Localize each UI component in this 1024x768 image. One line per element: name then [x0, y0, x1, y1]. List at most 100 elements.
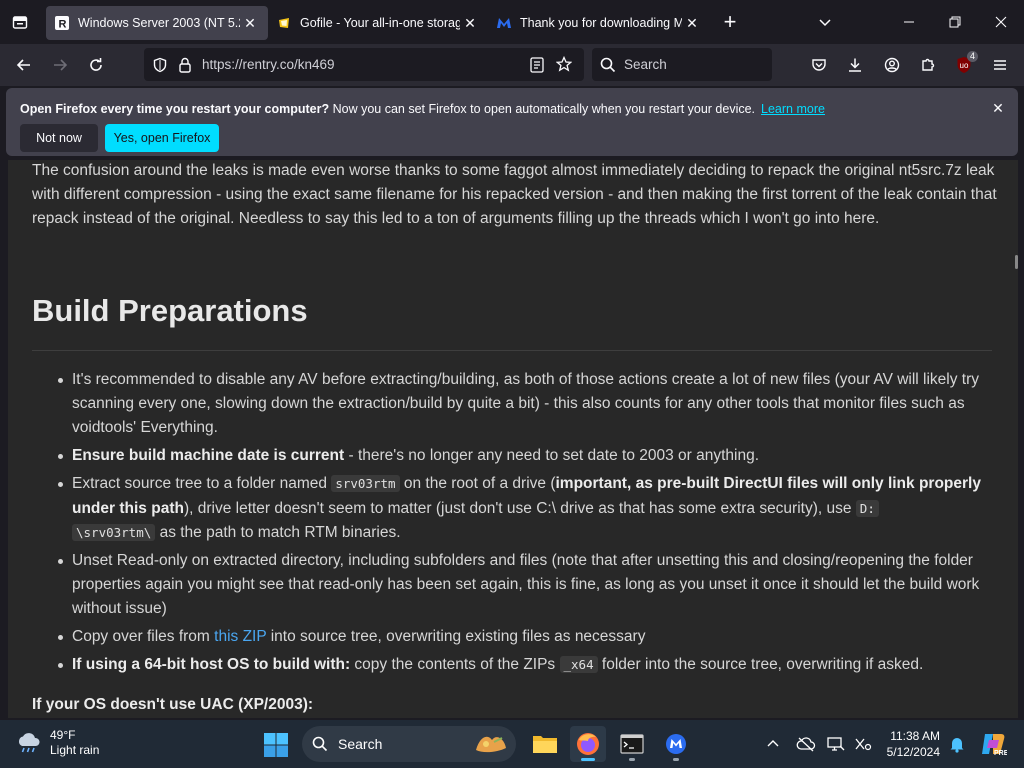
running-indicator	[629, 758, 635, 761]
list-item-text: into source tree, overwriting existing f…	[266, 628, 646, 646]
notification-text: Now you can set Firefox to open automati…	[329, 102, 756, 116]
back-button[interactable]	[6, 49, 42, 81]
running-indicator	[673, 758, 679, 761]
malwarebytes-app[interactable]	[658, 726, 694, 762]
weather-temp: 49°F	[50, 728, 76, 742]
firefox-startup-notification: Open Firefox every time you restart your…	[6, 88, 1018, 156]
windows-taskbar: 49°F Light rain Search 11:38 AM 5/12/2024	[0, 720, 1024, 768]
zip-link[interactable]: this ZIP	[214, 628, 266, 645]
ublock-origin-button[interactable]: uo 4	[948, 49, 980, 81]
list-item-text: Extract source tree to a folder named	[72, 475, 332, 493]
search-icon	[312, 736, 328, 752]
plus-icon: +	[723, 9, 737, 34]
tab-gofile[interactable]: Gofile - Your all-in-one storage ✕	[268, 6, 488, 40]
list-item-text: ), drive letter doesn't seem to matter (…	[183, 499, 856, 517]
search-highlight-icon	[476, 736, 506, 753]
notifications-tray-icon[interactable]	[945, 732, 969, 756]
restore-button[interactable]	[932, 0, 978, 44]
list-item-bold: If using a 64-bit host OS to build with:	[72, 656, 351, 674]
list-item: Ensure build machine date is current - t…	[44, 444, 996, 468]
download-icon	[849, 58, 861, 72]
restore-icon	[949, 16, 961, 28]
yes-open-firefox-button[interactable]: Yes, open Firefox	[105, 124, 219, 152]
list-item-bold: Ensure build machine date is current	[72, 447, 345, 465]
preparation-list: It's recommended to disable any AV befor…	[44, 368, 996, 681]
bell-icon	[950, 738, 964, 753]
close-tab-icon[interactable]: ✕	[682, 13, 702, 33]
forward-button[interactable]	[42, 49, 78, 81]
malwarebytes-icon	[496, 15, 512, 31]
list-item: Unset Read-only on extracted directory, …	[44, 549, 996, 622]
downloads-button[interactable]	[839, 49, 871, 81]
close-window-button[interactable]	[978, 0, 1024, 44]
list-item-text: folder into the source tree, overwriting…	[597, 656, 924, 674]
list-item: Copy over files from this ZIP into sourc…	[44, 625, 996, 649]
extensions-button[interactable]	[912, 49, 944, 81]
list-item-text: Unset Read-only on extracted directory, …	[72, 551, 980, 618]
learn-more-link[interactable]: Learn more	[761, 102, 825, 116]
intro-paragraph: The confusion around the leaks is made e…	[32, 162, 997, 228]
tab-windows-server[interactable]: R Windows Server 2003 (NT 5.2.3 ✕	[46, 6, 268, 40]
copilot-button[interactable]: PRE	[978, 729, 1008, 759]
forward-arrow-icon	[54, 59, 68, 71]
list-item-text: copy the contents of the ZIPs	[350, 656, 560, 674]
uac-subheading: If your OS doesn't use UAC (XP/2003):	[32, 696, 314, 713]
network-tray-icon[interactable]	[851, 732, 875, 756]
onedrive-tray-icon[interactable]	[794, 732, 818, 756]
list-item-text: It's recommended to disable any AV befor…	[72, 371, 980, 437]
scrollbar-thumb[interactable]	[1015, 255, 1018, 269]
firefox-view-button[interactable]	[0, 0, 40, 44]
account-button[interactable]	[876, 49, 908, 81]
show-hidden-icons-button[interactable]	[761, 732, 785, 756]
display-tray-icon[interactable]	[824, 732, 848, 756]
clock-time: 11:38 AM	[890, 729, 940, 743]
close-notification-icon[interactable]: ✕	[990, 100, 1006, 116]
address-bar[interactable]: https://rentry.co/kn469	[144, 48, 584, 81]
search-placeholder: Search	[624, 57, 667, 72]
tab-title: Windows Server 2003 (NT 5.2.3	[78, 16, 240, 30]
firefox-app[interactable]	[570, 726, 606, 762]
tab-malwarebytes[interactable]: Thank you for downloading M ✕	[488, 6, 710, 40]
svg-text:uo: uo	[960, 61, 969, 70]
url-text[interactable]: https://rentry.co/kn469	[202, 57, 335, 72]
bookmark-star-icon[interactable]	[556, 56, 572, 72]
list-all-tabs-button[interactable]	[810, 8, 840, 36]
start-button[interactable]	[263, 732, 289, 758]
puzzle-icon	[922, 58, 935, 71]
svg-text:R: R	[59, 19, 67, 31]
chevron-up-icon	[767, 740, 779, 747]
copilot-icon: PRE	[982, 734, 1007, 757]
network-icon	[855, 738, 872, 751]
heading-divider	[32, 350, 992, 351]
list-item: Extract source tree to a folder named sr…	[44, 472, 996, 545]
system-clock[interactable]: 11:38 AM 5/12/2024	[880, 728, 940, 760]
extension-badge: 4	[966, 51, 978, 62]
windows-logo-icon	[264, 733, 288, 757]
list-item-text: on the root of a drive (	[399, 475, 556, 493]
not-now-button[interactable]: Not now	[20, 124, 98, 152]
minimize-button[interactable]	[886, 0, 932, 44]
close-tab-icon[interactable]: ✕	[240, 13, 260, 33]
close-tab-icon[interactable]: ✕	[460, 13, 480, 33]
reader-view-icon[interactable]	[530, 57, 544, 73]
clock-date: 5/12/2024	[886, 745, 940, 759]
file-explorer-app[interactable]	[527, 726, 563, 762]
navigation-toolbar: https://rentry.co/kn469 Search uo 4	[0, 44, 1024, 86]
close-icon	[995, 16, 1007, 28]
firefox-view-icon	[12, 16, 28, 29]
page-content[interactable]: The confusion around the leaks is made e…	[8, 160, 1018, 718]
inline-code: srv03rtm	[331, 475, 400, 493]
taskbar-search[interactable]: Search	[302, 726, 516, 762]
new-tab-button[interactable]: +	[710, 0, 750, 44]
terminal-app[interactable]	[614, 726, 650, 762]
reload-button[interactable]	[78, 49, 114, 81]
weather-condition: Light rain	[50, 743, 100, 757]
cloud-offline-icon	[796, 737, 816, 752]
weather-widget[interactable]: 49°F Light rain	[16, 728, 99, 758]
app-menu-button[interactable]	[984, 49, 1016, 81]
search-bar[interactable]: Search	[592, 48, 772, 81]
lock-icon[interactable]	[178, 57, 192, 73]
shield-icon[interactable]	[152, 57, 168, 73]
list-item: If using a 64-bit host OS to build with:…	[44, 653, 996, 677]
pocket-button[interactable]	[803, 49, 835, 81]
